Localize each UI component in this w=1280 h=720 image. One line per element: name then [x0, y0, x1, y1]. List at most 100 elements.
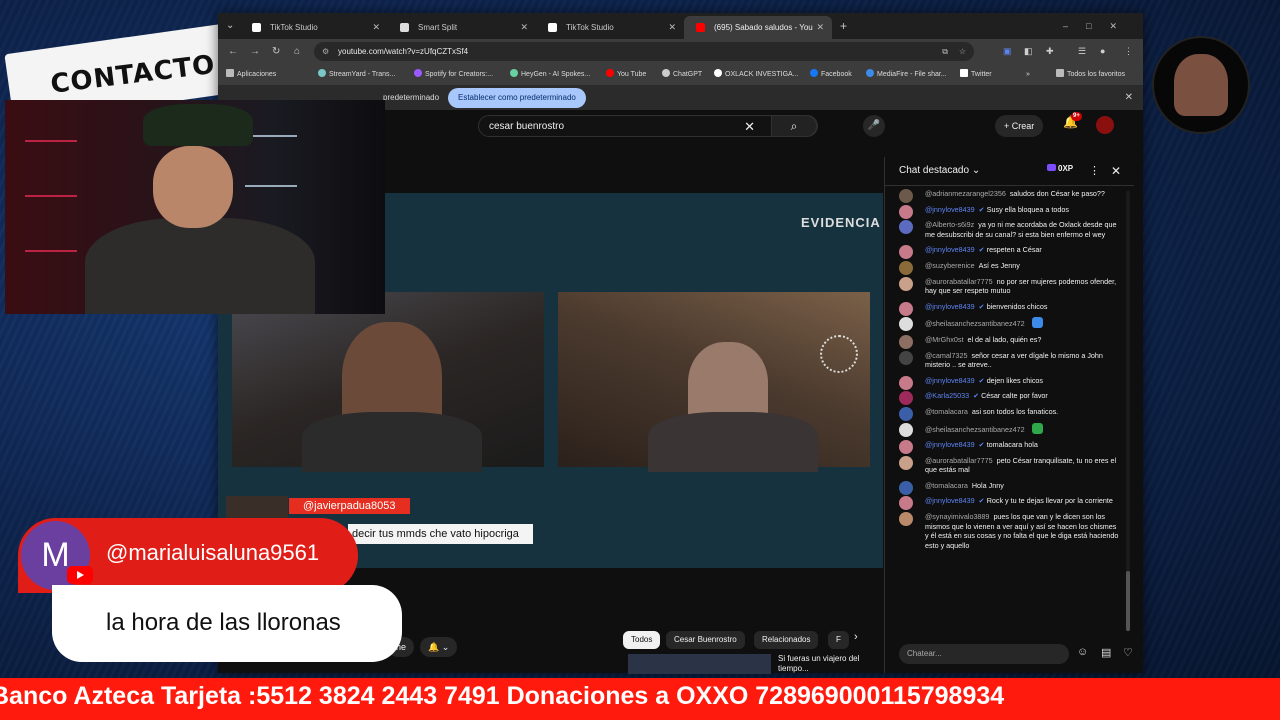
bookmark-item[interactable]: OXLACK INVESTIGA... — [714, 64, 799, 85]
chip-cesar-buenrostro[interactable]: Cesar Buenrostro — [666, 631, 745, 649]
close-icon[interactable]: ✕ — [372, 16, 380, 39]
emoji-icon[interactable]: ☺ — [1077, 646, 1088, 658]
home-icon[interactable]: ⌂ — [294, 39, 300, 64]
chat-author[interactable]: @suzyberenice — [925, 261, 975, 270]
close-icon[interactable]: ✕ — [1125, 86, 1133, 110]
chat-avatar[interactable] — [899, 220, 913, 235]
notifications-bell-icon[interactable]: 🔔 9+ — [1063, 112, 1082, 129]
bookmark-item[interactable]: StreamYard - Trans... — [318, 64, 395, 85]
back-icon[interactable]: ← — [228, 39, 238, 64]
chat-mode-dropdown[interactable]: Chat destacado ⌄ — [899, 157, 980, 185]
window-controls[interactable]: –□✕ — [1063, 13, 1135, 39]
chat-author[interactable]: @jnnylove8439 — [925, 302, 975, 311]
chat-author[interactable]: @MrGhx0st — [925, 335, 963, 344]
forward-icon[interactable]: → — [250, 39, 260, 64]
close-icon[interactable]: ✕ — [816, 16, 824, 39]
puzzle-icon[interactable]: ✚ — [1046, 39, 1054, 64]
close-icon[interactable]: ✕ — [520, 16, 528, 39]
chip-relacionados[interactable]: Relacionados — [754, 631, 819, 649]
chat-author[interactable]: @tomalacara — [925, 407, 968, 416]
chat-author[interactable]: @jnnylove8439 — [925, 245, 975, 254]
chat-author[interactable]: @Alberto-s6i9z — [925, 220, 974, 229]
chip-more[interactable]: F — [828, 631, 849, 649]
chat-avatar[interactable] — [899, 422, 913, 437]
chat-author[interactable]: @tomalacara — [925, 481, 968, 490]
chat-points[interactable]: 0XP — [1047, 164, 1073, 173]
account-avatar[interactable] — [1096, 116, 1114, 134]
bookmark-item[interactable]: HeyGen - AI Spokes... — [510, 64, 590, 85]
bookmark-item[interactable]: Aplicaciones — [226, 64, 276, 85]
notify-bell-pill[interactable]: 🔔 ⌄ — [420, 637, 458, 657]
guest-right-body — [648, 412, 818, 472]
heart-icon[interactable]: ♡ — [1123, 646, 1133, 659]
verified-badge-icon: ✔ — [978, 204, 987, 214]
bookmark-item[interactable]: Spotify for Creators:... — [414, 64, 493, 85]
chat-menu-icon[interactable]: ⋮ — [1089, 157, 1100, 185]
chevron-right-icon[interactable]: › — [854, 631, 858, 643]
chat-avatar[interactable] — [899, 455, 913, 470]
bookmark-label: Twitter — [971, 71, 992, 78]
more-bookmarks-icon[interactable]: » — [1026, 64, 1030, 85]
microphone-icon[interactable]: 🎤 — [863, 115, 885, 137]
extension-icon[interactable]: ◧ — [1024, 39, 1033, 64]
chat-author[interactable]: @jnnylove8439 — [925, 376, 975, 385]
chat-author[interactable]: @jnnylove8439 — [925, 205, 975, 214]
bookmark-item[interactable]: Todos los favoritos — [1056, 64, 1125, 85]
site-info-icon[interactable]: ⚙ — [322, 42, 329, 61]
chat-author[interactable]: @Karla25033 — [925, 391, 969, 400]
chat-input[interactable]: Chatear... — [899, 644, 1069, 664]
new-tab-button[interactable]: + — [840, 13, 847, 39]
chat-author[interactable]: @jnnylove8439 — [925, 440, 975, 449]
suggested-video-thumbnail[interactable] — [628, 654, 771, 674]
search-box[interactable]: cesar buenrostro ✕ ⌕ — [478, 115, 818, 137]
reload-icon[interactable]: ↻ — [272, 39, 280, 64]
chat-author[interactable]: @sheilasanchezsantibanez472 — [925, 319, 1025, 328]
chat-avatar[interactable] — [899, 317, 913, 332]
bookmark-item[interactable]: MediaFire - File shar... — [866, 64, 947, 85]
chat-author[interactable]: @synayimivalo3889 — [925, 512, 989, 521]
chat-author[interactable]: @jnnylove8439 — [925, 496, 975, 505]
tab-youtube-active[interactable]: (695) Sabado saludos - You ✕ — [684, 16, 832, 39]
close-chat-icon[interactable]: ✕ — [1111, 157, 1121, 185]
clear-search-icon[interactable]: ✕ — [744, 116, 755, 137]
chat-author[interactable]: @camal7325 — [925, 351, 967, 360]
chat-text: asi son todos los fanaticos. — [971, 406, 1059, 416]
chat-author[interactable]: @adrianmezarangel2356 — [925, 189, 1006, 198]
search-input[interactable]: cesar buenrostro — [489, 116, 564, 137]
suggested-video-title[interactable]: Si fueras un viajero del tiempo... — [778, 654, 863, 674]
tab-smart-split[interactable]: Smart Split ✕ — [388, 16, 536, 39]
bookmark-item[interactable]: You Tube — [606, 64, 646, 85]
create-button[interactable]: + Crear — [995, 115, 1044, 137]
tab-tiktok-studio-1[interactable]: TikTok Studio ✕ — [240, 16, 388, 39]
chat-author[interactable]: @aurorabatallar7775 — [925, 456, 993, 465]
bookmark-star-icon[interactable]: ☆ — [959, 42, 966, 61]
chat-scroll-thumb[interactable] — [1126, 571, 1130, 631]
bookmark-item[interactable]: Twitter — [960, 64, 992, 85]
chip-todos[interactable]: Todos — [623, 631, 661, 649]
menu-dots-icon[interactable]: ⋮ — [1124, 39, 1133, 64]
search-icon[interactable]: ⌕ — [771, 115, 817, 137]
bookmark-label: MediaFire - File shar... — [877, 71, 947, 78]
bookmark-item[interactable]: ChatGPT — [662, 64, 702, 85]
chat-scrollbar[interactable] — [1126, 191, 1130, 631]
chat-avatar[interactable] — [899, 350, 913, 365]
extension-icon[interactable]: ▣ — [1003, 39, 1012, 64]
set-default-button[interactable]: Establecer como predeterminado — [448, 88, 586, 108]
tab-tiktok-studio-2[interactable]: TikTok Studio ✕ — [536, 16, 684, 39]
close-icon[interactable]: ✕ — [668, 16, 676, 39]
chat-message: @adrianmezarangel2356 saludos don César k… — [885, 186, 1129, 203]
super-chat-icon[interactable]: ▤ — [1101, 646, 1111, 659]
chat-avatar[interactable] — [899, 512, 913, 527]
verified-badge-icon: ✔ — [978, 375, 987, 385]
bookmark-label: Spotify for Creators:... — [425, 71, 494, 78]
tab-search-icon[interactable]: ⌄ — [226, 13, 234, 39]
reading-list-icon[interactable]: ☰ — [1078, 39, 1086, 64]
host-face — [153, 146, 233, 228]
chat-avatar[interactable] — [899, 276, 913, 291]
chat-author[interactable]: @sheilasanchezsantibanez472 — [925, 425, 1025, 434]
bookmark-item[interactable]: Facebook — [810, 64, 852, 85]
url-field[interactable]: ⚙ youtube.com/watch?v=zUfqCZTxSf4 ⧉ ☆ — [314, 42, 974, 61]
profile-icon[interactable]: ● — [1100, 39, 1105, 64]
cast-icon[interactable]: ⧉ — [942, 42, 948, 61]
chat-author[interactable]: @aurorabatallar7775 — [925, 277, 993, 286]
